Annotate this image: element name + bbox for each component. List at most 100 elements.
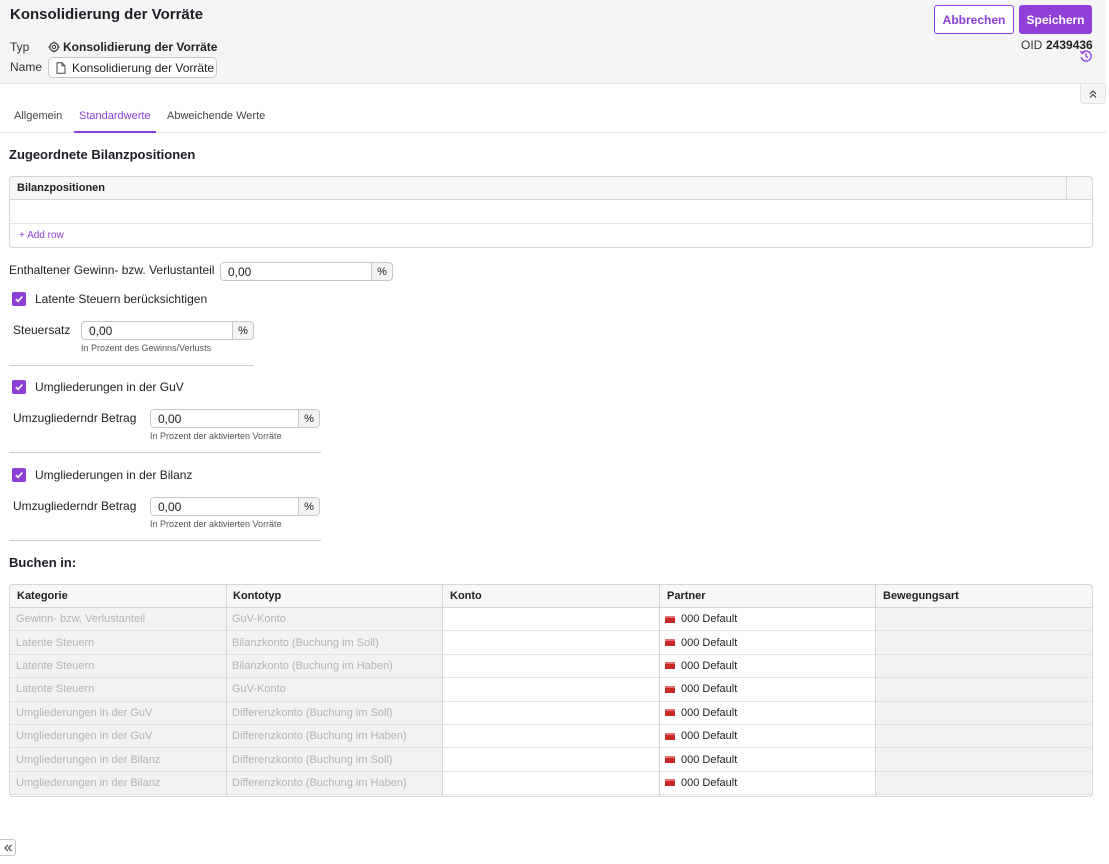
cell-partner[interactable]: 000 Default	[659, 654, 875, 678]
column-header-bilanzpositionen[interactable]: Bilanzpositionen	[17, 182, 105, 194]
cell-kontotyp: Differenzkonto (Buchung im Soll)	[226, 701, 442, 724]
history-icon[interactable]	[1079, 49, 1093, 63]
cell-partner-text: 000 Default	[681, 683, 738, 696]
cell-partner[interactable]: 000 Default	[659, 631, 875, 654]
buchen-table: Kategorie Kontotyp Konto Partner Bewegun…	[9, 584, 1093, 797]
cell-bewegungsart[interactable]	[875, 678, 1092, 701]
tab-allgemein[interactable]: Allgemein	[14, 110, 62, 131]
table-row[interactable]: Gewinn- bzw. Verlustanteil GuV-Konto 000 D…	[10, 608, 1092, 632]
cell-konto[interactable]	[442, 631, 659, 654]
name-field[interactable]: Konsolidierung der Vorräte	[48, 57, 217, 78]
cell-kategorie-text: Gewinn- bzw. Verlustanteil	[16, 613, 146, 626]
table-header: Kategorie Kontotyp Konto Partner Bewegun…	[10, 585, 1092, 608]
check-icon	[15, 472, 23, 479]
cell-kategorie-text: Latente Steuern	[16, 636, 95, 649]
cell-partner-text: 000 Default	[681, 636, 738, 649]
collapse-header-button[interactable]	[1080, 84, 1106, 104]
cell-bewegungsart[interactable]	[875, 771, 1092, 795]
table-row[interactable]: Latente Steuern Bilanzkonto (Buchung im H…	[10, 654, 1092, 679]
column-header-kontotyp[interactable]: Kontotyp	[233, 590, 281, 602]
cell-kategorie: Latente Steuern	[10, 654, 226, 678]
cell-kontotyp-text: Bilanzkonto (Buchung im Haben)	[232, 659, 393, 672]
cell-kategorie-text: Latente Steuern	[16, 659, 95, 672]
gewinn-input[interactable]: 0,00	[220, 262, 372, 281]
cell-konto[interactable]	[442, 678, 659, 701]
gewinn-label: Enthaltener Gewinn- bzw. Verlustanteil	[9, 263, 215, 277]
cell-konto[interactable]	[442, 654, 659, 678]
cell-partner[interactable]: 000 Default	[659, 678, 875, 701]
bilanz-section-title: Zugeordnete Bilanzpositionen	[9, 147, 196, 162]
cell-bewegungsart[interactable]	[875, 725, 1092, 748]
cell-bewegungsart[interactable]	[875, 701, 1092, 724]
bilanz-betrag-hint: In Prozent der aktivierten Vorräte	[150, 519, 282, 529]
guv-betrag-label: Umzugliederndr Betrag	[13, 411, 137, 425]
cell-konto[interactable]	[442, 701, 659, 724]
cell-konto[interactable]	[442, 748, 659, 771]
cell-bewegungsart[interactable]	[875, 748, 1092, 771]
tab-abweichende-werte[interactable]: Abweichende Werte	[167, 110, 265, 131]
add-row-link[interactable]: + Add row	[19, 230, 64, 241]
cell-partner[interactable]: 000 Default	[659, 701, 875, 724]
name-label: Name	[10, 60, 43, 74]
cell-partner[interactable]: 000 Default	[659, 608, 875, 631]
cell-kontotyp-text: Differenzkonto (Buchung im Haben)	[232, 730, 407, 743]
divider	[9, 452, 321, 453]
tab-standardwerte[interactable]: Standardwerte	[74, 110, 156, 133]
save-button[interactable]: Speichern	[1019, 5, 1092, 34]
table-row[interactable]: Umgliederungen in der GuV Differenzkonto …	[10, 701, 1092, 725]
cell-konto[interactable]	[442, 771, 659, 795]
gewinn-input-group: 0,00 %	[220, 262, 393, 281]
cell-konto[interactable]	[442, 608, 659, 631]
cell-partner-text: 000 Default	[681, 706, 738, 719]
flag-icon	[665, 639, 675, 647]
bilanz-betrag-input[interactable]: 0,00	[150, 497, 299, 516]
bilanz-betrag-input-group: 0,00 %	[150, 497, 320, 516]
cell-kategorie: Latente Steuern	[10, 631, 226, 654]
flag-icon	[665, 756, 675, 764]
cell-kontotyp-text: Bilanzkonto (Buchung im Soll)	[232, 636, 379, 649]
typ-label: Typ	[10, 40, 30, 54]
column-header-partner[interactable]: Partner	[667, 590, 706, 602]
cell-partner[interactable]: 000 Default	[659, 725, 875, 748]
cell-partner-text: 000 Default	[681, 753, 738, 766]
cell-partner[interactable]: 000 Default	[659, 748, 875, 771]
umgliederungen-bilanz-label: Umgliederungen in der Bilanz	[35, 468, 193, 482]
table-row[interactable]: Umgliederungen in der Bilanz Differenzkon…	[10, 771, 1092, 796]
umgliederungen-bilanz-checkbox[interactable]	[12, 468, 26, 482]
flag-icon	[665, 685, 675, 693]
cell-kontotyp: GuV-Konto	[226, 678, 442, 701]
column-header-konto[interactable]: Konto	[450, 590, 482, 602]
table-row[interactable]	[10, 200, 1092, 224]
sidebar-toggle-button[interactable]	[0, 839, 16, 856]
cancel-button[interactable]: Abbrechen	[934, 5, 1014, 34]
bilanz-betrag-label: Umzugliederndr Betrag	[13, 499, 137, 513]
table-row[interactable]: Latente Steuern GuV-Konto 000 Default	[10, 678, 1092, 702]
cell-kategorie: Umgliederungen in der Bilanz	[10, 748, 226, 771]
steuersatz-label: Steuersatz	[13, 323, 71, 337]
cell-bewegungsart[interactable]	[875, 608, 1092, 631]
cell-kategorie: Umgliederungen in der GuV	[10, 725, 226, 748]
umgliederungen-guv-label: Umgliederungen in der GuV	[35, 380, 184, 394]
flag-icon	[665, 779, 675, 787]
cell-kontotyp-text: Differenzkonto (Buchung im Soll)	[232, 706, 393, 719]
latente-steuern-label: Latente Steuern berücksichtigen	[35, 292, 208, 306]
cell-bewegungsart[interactable]	[875, 654, 1092, 678]
tab-bar: Allgemein Standardwerte Abweichende Wert…	[0, 104, 1106, 133]
cell-partner[interactable]: 000 Default	[659, 771, 875, 795]
umgliederungen-guv-checkbox[interactable]	[12, 380, 26, 394]
latente-steuern-checkbox[interactable]	[12, 292, 26, 306]
table-row[interactable]: Latente Steuern Bilanzkonto (Buchung im S…	[10, 631, 1092, 655]
column-header-kategorie[interactable]: Kategorie	[17, 590, 68, 602]
cell-partner-text: 000 Default	[681, 613, 738, 626]
guv-betrag-input[interactable]: 0,00	[150, 409, 299, 428]
cell-kategorie: Umgliederungen in der Bilanz	[10, 771, 226, 795]
steuersatz-input[interactable]: 0,00	[81, 321, 233, 340]
cell-bewegungsart[interactable]	[875, 631, 1092, 654]
column-header-bewegungsart[interactable]: Bewegungsart	[883, 590, 959, 602]
column-divider	[442, 585, 443, 796]
cell-konto[interactable]	[442, 725, 659, 748]
page-header: Konsolidierung der Vorräte Typ Konsolidi…	[0, 0, 1106, 84]
table-row[interactable]: Umgliederungen in der GuV Differenzkonto …	[10, 725, 1092, 749]
flag-icon	[665, 732, 675, 740]
table-row[interactable]: Umgliederungen in der Bilanz Differenzkon…	[10, 748, 1092, 772]
